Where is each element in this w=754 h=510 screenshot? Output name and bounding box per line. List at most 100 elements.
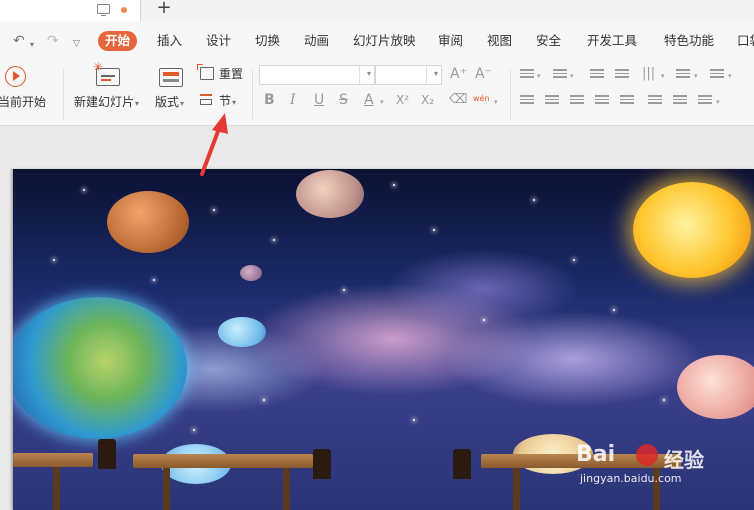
star <box>193 429 195 431</box>
document-tab[interactable] <box>0 0 141 21</box>
menu-bar: ↶ ▾ ↷ ▽ 开始 插入 设计 切换 动画 幻灯片放映 审阅 视图 安全 开发… <box>0 21 754 61</box>
star <box>533 199 535 201</box>
ribbon-toolbar: 当前开始 ✳ 新建幻灯片▾ 版式▾ 重置 节▾ ▾ ▾ A⁺ A⁻ B I U … <box>0 60 754 126</box>
subscript-button[interactable]: X₂ <box>421 92 434 108</box>
underline-button[interactable]: U <box>314 92 324 108</box>
layout-label: 版式 <box>155 95 180 109</box>
pink-planet <box>296 170 364 218</box>
distribute-icon[interactable] <box>620 95 634 107</box>
table <box>13 453 93 467</box>
star <box>433 229 435 231</box>
align-right-icon[interactable] <box>570 95 584 107</box>
small-planet <box>240 265 262 281</box>
earth-planet <box>13 297 187 439</box>
star <box>153 279 155 281</box>
tab-pocket[interactable]: 口袋 <box>737 33 754 49</box>
line-spacing-icon[interactable] <box>648 95 662 107</box>
sun-planet <box>633 182 751 278</box>
tab-slideshow[interactable]: 幻灯片放映 <box>353 33 416 49</box>
columns-icon[interactable] <box>710 69 724 81</box>
blue-ringed-planet <box>218 317 266 347</box>
phonetic-button[interactable]: wén <box>473 91 490 107</box>
tab-insert[interactable]: 插入 <box>157 33 182 49</box>
table <box>133 454 313 468</box>
bullets-icon[interactable] <box>520 69 534 81</box>
superscript-button[interactable]: X² <box>396 92 409 108</box>
align-left-icon[interactable] <box>520 95 534 107</box>
decrease-indent-icon[interactable] <box>590 69 604 81</box>
unsaved-dot-icon <box>121 7 127 13</box>
watermark-brand: Bai <box>576 442 616 467</box>
tab-features[interactable]: 特色功能 <box>664 33 714 49</box>
star <box>483 319 485 321</box>
font-name-select[interactable]: ▾ <box>259 65 375 85</box>
tab-security[interactable]: 安全 <box>536 33 561 49</box>
italic-button[interactable]: I <box>290 92 296 108</box>
star <box>263 399 265 401</box>
undo-icon[interactable]: ↶ <box>13 34 25 48</box>
star <box>613 309 615 311</box>
customize-icon[interactable]: ▽ <box>73 37 80 51</box>
chevron-down-icon: ▾ <box>180 99 185 108</box>
orange-planet <box>107 191 189 253</box>
font-color-button[interactable]: A <box>364 92 374 108</box>
tab-review[interactable]: 审阅 <box>438 33 463 49</box>
chevron-down-icon: ▾ <box>366 69 371 78</box>
chevron-down-icon[interactable]: ▾ <box>661 72 665 80</box>
increase-indent-icon[interactable] <box>615 69 629 81</box>
rose-planet <box>677 355 754 419</box>
align-text-icon[interactable] <box>676 69 690 81</box>
decrease-font-button[interactable]: A⁻ <box>475 66 492 82</box>
chevron-down-icon[interactable]: ▾ <box>694 72 698 80</box>
chevron-down-icon[interactable]: ▾ <box>494 98 498 106</box>
chevron-down-icon[interactable]: ▾ <box>380 98 384 106</box>
document-tab-strip: + <box>0 0 754 21</box>
tab-design[interactable]: 设计 <box>206 33 231 49</box>
tab-animation[interactable]: 动画 <box>304 33 329 49</box>
chevron-down-icon: ▾ <box>232 98 237 107</box>
font-size-select[interactable]: ▾ <box>375 65 442 85</box>
baidu-jingyan-watermark: Bai 经验 jingyan.baidu.com <box>576 442 754 510</box>
text-direction-icon[interactable]: ||| <box>642 67 655 81</box>
numbering-icon[interactable] <box>553 69 567 81</box>
chevron-down-icon[interactable]: ▾ <box>728 72 732 80</box>
star <box>573 259 575 261</box>
justify-icon[interactable] <box>595 95 609 107</box>
table-leg <box>163 468 170 510</box>
table-leg <box>283 468 290 510</box>
screen-icon <box>97 4 110 17</box>
undo-dropdown-icon[interactable]: ▾ <box>30 38 34 52</box>
star <box>83 189 85 191</box>
strikethrough-button[interactable]: S <box>339 92 348 108</box>
eraser-icon[interactable]: ⌫ <box>449 93 467 107</box>
chair <box>313 449 331 479</box>
bold-button[interactable]: B <box>264 92 275 108</box>
watermark-brand-suffix: 经验 <box>664 448 704 472</box>
tab-transition[interactable]: 切换 <box>255 33 280 49</box>
redo-icon[interactable]: ↷ <box>47 34 59 48</box>
chevron-down-icon[interactable]: ▾ <box>570 72 574 80</box>
divider <box>252 69 253 119</box>
star <box>393 184 395 186</box>
tab-home[interactable]: 开始 <box>98 31 138 51</box>
section-label: 节 <box>219 94 232 108</box>
star <box>53 259 55 261</box>
align-center-icon[interactable] <box>545 95 559 107</box>
chevron-down-icon: ▾ <box>135 99 140 108</box>
table-leg <box>513 468 520 510</box>
paragraph-spacing-icon[interactable] <box>673 95 687 107</box>
tab-developer[interactable]: 开发工具 <box>587 33 637 49</box>
tab-view[interactable]: 视图 <box>487 33 512 49</box>
paragraph-settings-icon[interactable] <box>698 95 712 107</box>
layout-icon <box>159 68 183 87</box>
new-tab-button[interactable]: + <box>154 0 174 19</box>
divider <box>63 69 64 119</box>
star <box>663 399 665 401</box>
chevron-down-icon[interactable]: ▾ <box>716 98 720 106</box>
chevron-down-icon[interactable]: ▾ <box>537 72 541 80</box>
chair <box>453 449 471 479</box>
increase-font-button[interactable]: A⁺ <box>450 66 467 82</box>
watermark-url: jingyan.baidu.com <box>580 472 682 485</box>
star <box>413 419 415 421</box>
divider <box>510 69 511 119</box>
